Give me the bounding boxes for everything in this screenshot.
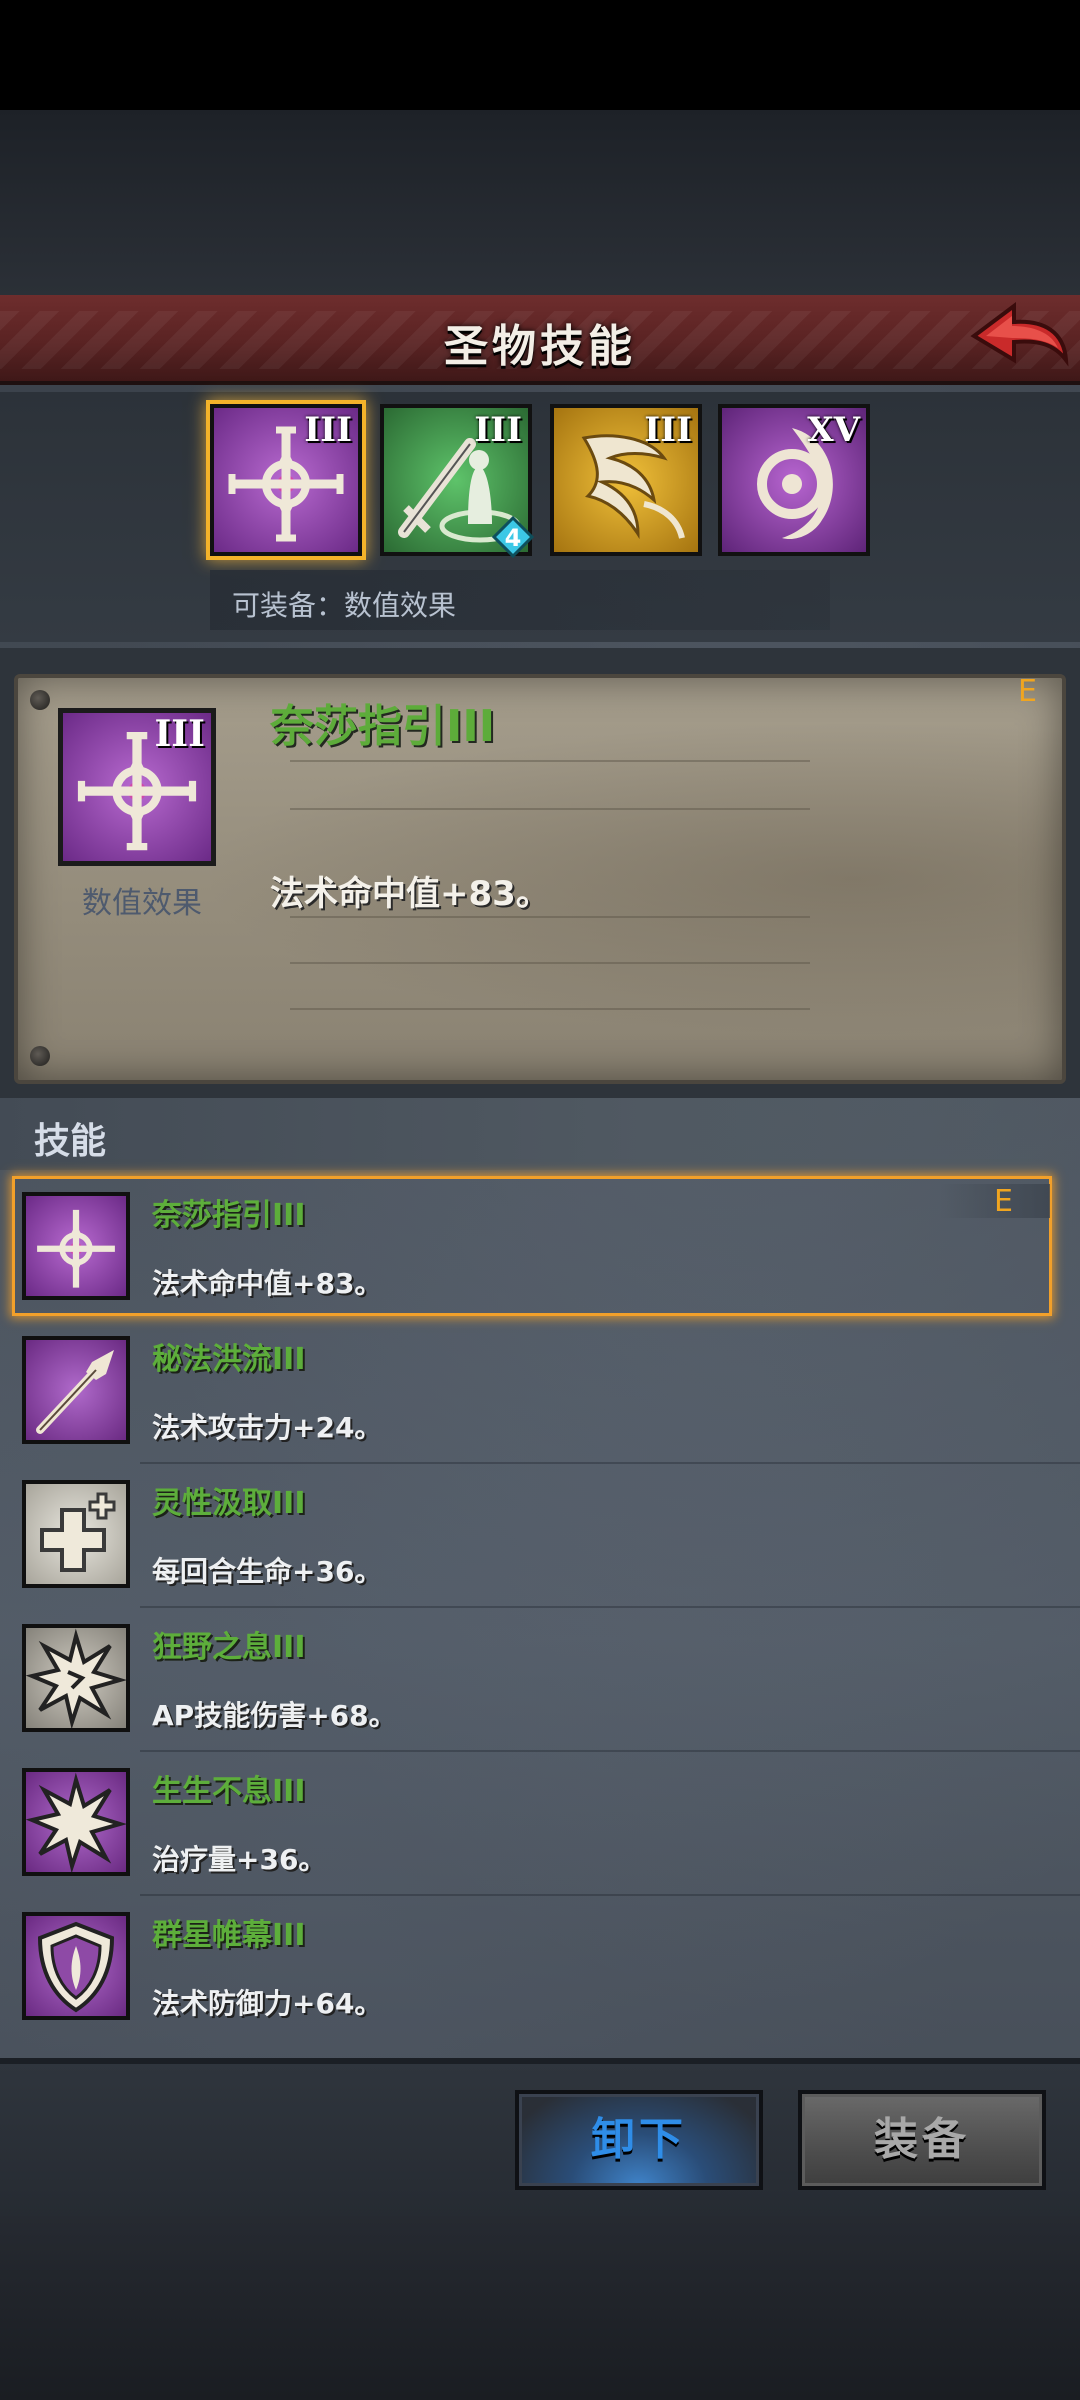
compass-cross-icon	[37, 1209, 115, 1288]
skill-name: 狂野之息III	[152, 1630, 306, 1665]
skill-name: 奈莎指引III	[152, 1198, 306, 1233]
divider	[290, 916, 810, 918]
burst-icon	[26, 1772, 126, 1872]
skills-title: 技能	[34, 1121, 107, 1162]
bottom-backdrop	[0, 2215, 1080, 2400]
skill-name: 秘法洪流III	[152, 1342, 306, 1377]
skill-row[interactable]: 秘法洪流III 法术攻击力+24。	[0, 1320, 1080, 1464]
skill-icon	[22, 1336, 130, 1444]
badge-count: 4	[505, 524, 522, 552]
relic-level: XV	[807, 410, 860, 450]
relic-level: III	[304, 410, 352, 450]
skill-grade: E	[994, 1184, 1013, 1219]
skill-row[interactable]: 奈莎指引III 法术命中值+83。 E	[0, 1176, 1080, 1320]
relic-level: III	[644, 410, 692, 450]
detail-effect: 法术命中值+83。	[270, 874, 550, 914]
skill-effect: 法术防御力+64。	[152, 1987, 383, 2020]
rivet	[30, 1046, 50, 1066]
skill-effect: 法术攻击力+24。	[152, 1411, 383, 1444]
detail-type-label: 数值效果	[82, 886, 202, 921]
detail-skill-name: 奈莎指引III	[270, 701, 496, 752]
top-backdrop	[0, 110, 1080, 295]
skill-row[interactable]: 灵性汲取III 每回合生命+36。	[0, 1464, 1080, 1608]
skill-row[interactable]: 狂野之息III AP技能伤害+68。	[0, 1608, 1080, 1752]
detail-relic-icon: III	[58, 708, 216, 866]
skill-effect: 法术命中值+83。	[152, 1267, 383, 1300]
relic-slot-3[interactable]: III	[550, 404, 702, 556]
skills-header	[0, 1098, 1080, 1170]
divider	[290, 1008, 810, 1010]
health-cross-icon	[40, 1492, 116, 1572]
skill-icon	[22, 1912, 130, 2020]
burst-icon	[26, 1628, 126, 1728]
skill-icon	[22, 1624, 130, 1732]
back-arrow-icon[interactable]	[966, 296, 1072, 376]
skill-name: 灵性汲取III	[152, 1486, 306, 1521]
relic-slot-4[interactable]: XV	[718, 404, 870, 556]
relic-level: III	[474, 410, 522, 450]
divider	[290, 808, 810, 810]
skill-icon	[22, 1768, 130, 1876]
unequip-button[interactable]: 卸下	[515, 2090, 763, 2190]
relic-slot-1[interactable]: III	[210, 404, 362, 556]
divider	[290, 760, 810, 762]
screen: { "header": { "title": "圣物技能" }, "relics…	[0, 0, 1080, 2400]
detail-grade: E	[1018, 674, 1037, 709]
skill-icon	[22, 1192, 130, 1300]
page-title: 圣物技能	[444, 321, 636, 372]
spear-icon	[36, 1350, 114, 1434]
rivet	[30, 690, 50, 710]
skill-row[interactable]: 生生不息III 治疗量+36。	[0, 1752, 1080, 1896]
detail-level: III	[154, 713, 205, 755]
equip-hint: 可装备：数值效果	[210, 570, 830, 630]
skill-effect: 每回合生命+36。	[152, 1555, 383, 1588]
upgrade-diamond-badge: 4	[492, 516, 534, 558]
skill-icon	[22, 1480, 130, 1588]
skill-name: 群星帷幕III	[152, 1918, 306, 1953]
skill-row[interactable]: 群星帷幕III 法术防御力+64。	[0, 1896, 1080, 2040]
skill-name: 生生不息III	[152, 1774, 306, 1809]
divider	[290, 962, 810, 964]
shield-icon	[37, 1921, 115, 2013]
equip-button[interactable]: 装备	[798, 2090, 1046, 2190]
skill-effect: AP技能伤害+68。	[152, 1699, 397, 1732]
skill-effect: 治疗量+36。	[152, 1843, 327, 1876]
